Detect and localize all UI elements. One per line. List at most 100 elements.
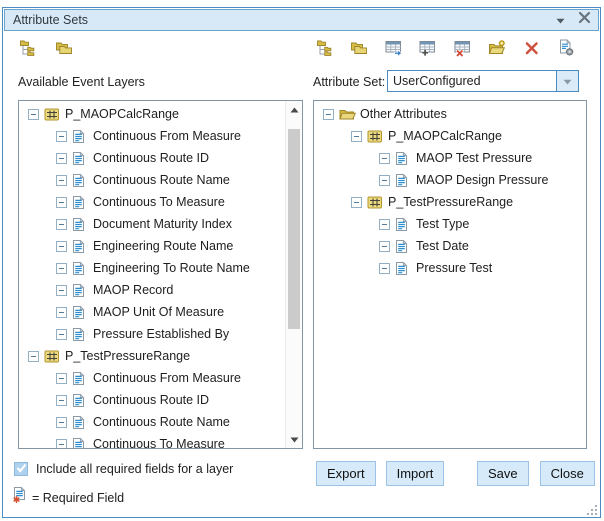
field-icon [72, 393, 89, 408]
tree-item-continuous-route-name[interactable]: Continuous Route Name [19, 411, 285, 433]
tree-item-continuous-from-measure[interactable]: Continuous From Measure [19, 367, 285, 389]
export-import-buttons: Export Import [316, 461, 444, 486]
field-icon [72, 261, 89, 276]
collapse-minus-icon[interactable] [56, 175, 67, 186]
table-export-button[interactable] [384, 41, 403, 60]
collapse-minus-icon[interactable] [56, 131, 67, 142]
collapse-minus-icon[interactable] [351, 197, 362, 208]
tree-item-p-maopcalcrange[interactable]: P_MAOPCalcRange [19, 103, 285, 125]
collapse-minus-icon[interactable] [379, 219, 390, 230]
required-field-icon [12, 486, 27, 509]
tree-item-continuous-route-id[interactable]: Continuous Route ID [19, 389, 285, 411]
tree-item-test-date[interactable]: Test Date [314, 235, 584, 257]
include-required-fields-checkbox[interactable] [14, 462, 28, 476]
collapse-all-button[interactable] [350, 41, 369, 60]
collapse-minus-icon[interactable] [56, 241, 67, 252]
collapse-minus-icon[interactable] [56, 219, 67, 230]
tree-item-label: P_TestPressureRange [388, 195, 513, 209]
expand-all-button[interactable] [315, 41, 334, 60]
tree-item-label: Engineering To Route Name [93, 261, 250, 275]
tree-item-continuous-to-measure[interactable]: Continuous To Measure [19, 433, 285, 448]
collapse-minus-icon[interactable] [56, 285, 67, 296]
toolbar-left [18, 41, 73, 60]
tree-item-pressure-test[interactable]: Pressure Test [314, 257, 584, 279]
collapse-minus-icon[interactable] [56, 417, 67, 428]
delete-set-button[interactable] [522, 41, 541, 60]
save-button[interactable]: Save [477, 461, 529, 486]
set-properties-icon [557, 39, 575, 62]
collapse-minus-icon[interactable] [379, 263, 390, 274]
tree-item-pressure-established-by[interactable]: Pressure Established By [19, 323, 285, 345]
collapse-minus-icon[interactable] [379, 175, 390, 186]
tree-item-continuous-route-id[interactable]: Continuous Route ID [19, 147, 285, 169]
collapse-minus-icon[interactable] [28, 351, 39, 362]
tree-item-maop-design-pressure[interactable]: MAOP Design Pressure [314, 169, 584, 191]
tree-item-label: Continuous From Measure [93, 371, 241, 385]
field-icon [72, 327, 89, 342]
tree-item-continuous-route-name[interactable]: Continuous Route Name [19, 169, 285, 191]
close-button[interactable]: Close [540, 461, 595, 486]
field-icon [395, 261, 412, 276]
collapse-minus-icon[interactable] [56, 395, 67, 406]
tree-item-maop-record[interactable]: MAOP Record [19, 279, 285, 301]
table-add-button[interactable] [419, 41, 438, 60]
collapse-minus-icon[interactable] [56, 307, 67, 318]
collapse-minus-icon[interactable] [56, 373, 67, 384]
attribute-set-value[interactable]: UserConfigured [388, 71, 556, 91]
tree-item-p-testpressurerange[interactable]: P_TestPressureRange [314, 191, 584, 213]
scroll-up-icon[interactable] [286, 102, 302, 117]
tree-item-other-attributes[interactable]: Other Attributes [314, 103, 584, 125]
tree-item-p-maopcalcrange[interactable]: P_MAOPCalcRange [314, 125, 584, 147]
tree-item-label: P_TestPressureRange [65, 349, 190, 363]
left-panel-scrollbar[interactable] [285, 101, 302, 448]
field-icon [72, 239, 89, 254]
field-icon [72, 217, 89, 232]
import-button[interactable]: Import [386, 461, 445, 486]
tree-item-continuous-to-measure[interactable]: Continuous To Measure [19, 191, 285, 213]
attribute-set-dropdown-button[interactable] [556, 71, 578, 91]
attribute-set-tree: Other AttributesP_MAOPCalcRangeMAOP Test… [314, 103, 584, 448]
tree-item-document-maturity-index[interactable]: Document Maturity Index [19, 213, 285, 235]
collapse-minus-icon[interactable] [379, 153, 390, 164]
field-icon [395, 217, 412, 232]
tree-item-engineering-to-route-name[interactable]: Engineering To Route Name [19, 257, 285, 279]
field-icon [395, 173, 412, 188]
collapse-minus-icon[interactable] [56, 197, 67, 208]
tree-item-p-testpressurerange[interactable]: P_TestPressureRange [19, 345, 285, 367]
tree-item-maop-unit-of-measure[interactable]: MAOP Unit Of Measure [19, 301, 285, 323]
tree-item-test-type[interactable]: Test Type [314, 213, 584, 235]
tree-item-maop-test-pressure[interactable]: MAOP Test Pressure [314, 147, 584, 169]
attribute-set-panel: Other AttributesP_MAOPCalcRangeMAOP Test… [313, 100, 587, 449]
close-icon [578, 11, 591, 29]
tree-item-label: Document Maturity Index [93, 217, 232, 231]
scrollbar-thumb[interactable] [288, 129, 300, 329]
collapse-minus-icon[interactable] [56, 329, 67, 340]
table-remove-button[interactable] [453, 41, 472, 60]
tree-item-continuous-from-measure[interactable]: Continuous From Measure [19, 125, 285, 147]
titlebar[interactable]: Attribute Sets [4, 9, 599, 31]
collapse-minus-icon[interactable] [56, 153, 67, 164]
available-event-layers-tree: P_MAOPCalcRangeContinuous From MeasureCo… [19, 103, 285, 448]
tree-item-label: Continuous To Measure [93, 195, 225, 209]
collapse-minus-icon[interactable] [56, 263, 67, 274]
layer-icon [44, 349, 61, 364]
collapse-minus-icon[interactable] [28, 109, 39, 120]
collapse-minus-icon[interactable] [56, 439, 67, 449]
collapse-minus-icon[interactable] [351, 131, 362, 142]
titlebar-menu-button[interactable] [551, 11, 569, 29]
attribute-set-combobox[interactable]: UserConfigured [387, 70, 579, 92]
collapse-minus-icon[interactable] [323, 109, 334, 120]
new-set-folder-button[interactable] [488, 41, 507, 60]
collapse-all-button[interactable] [54, 41, 73, 60]
set-properties-button[interactable] [557, 41, 576, 60]
export-button[interactable]: Export [316, 461, 376, 486]
close-window-button[interactable] [575, 11, 593, 29]
collapse-minus-icon[interactable] [379, 241, 390, 252]
toolbar-right [315, 41, 576, 60]
expand-all-button[interactable] [18, 41, 37, 60]
resize-grip-icon[interactable] [586, 503, 598, 515]
field-icon [72, 415, 89, 430]
tree-item-engineering-route-name[interactable]: Engineering Route Name [19, 235, 285, 257]
scroll-down-icon[interactable] [286, 432, 302, 447]
available-event-layers-label: Available Event Layers [18, 75, 145, 89]
